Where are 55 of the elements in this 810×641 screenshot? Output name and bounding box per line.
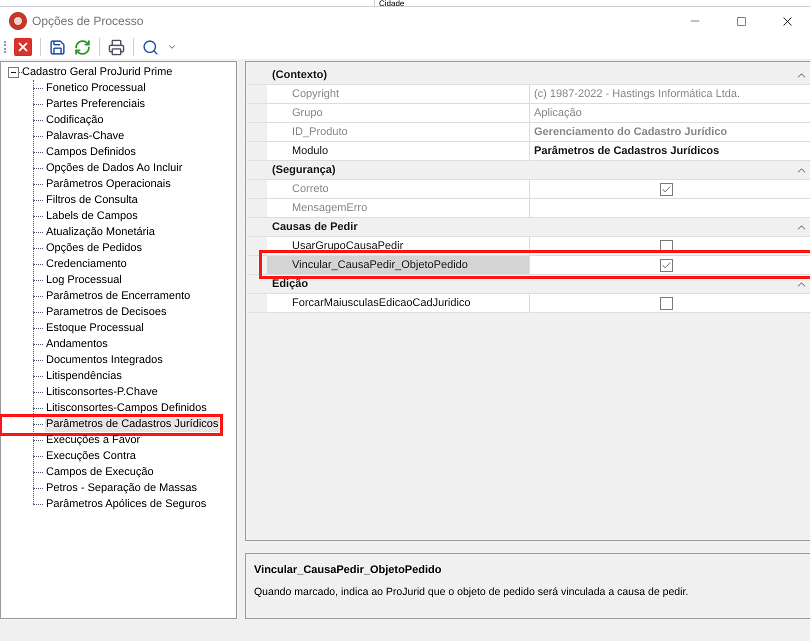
tree-item[interactable]: Andamentos: [45, 336, 109, 352]
checkbox[interactable]: [660, 258, 672, 272]
check-icon: [660, 260, 672, 270]
property-name[interactable]: ForcarMaiusculasEdicaoCadJuridico: [267, 294, 530, 312]
column-header: Cidade: [374, 0, 404, 6]
app-logo-icon: [8, 11, 28, 31]
tree-item[interactable]: Fonetico Processual: [45, 80, 147, 96]
search-icon[interactable]: [142, 38, 159, 56]
tree-item[interactable]: Palavras-Chave: [45, 128, 126, 144]
tree-item[interactable]: Documentos Integrados: [45, 352, 164, 368]
maximize-icon[interactable]: [736, 16, 746, 26]
tree-item[interactable]: Filtros de Consulta: [45, 192, 139, 208]
tree-item[interactable]: Campos de Execução: [45, 464, 155, 480]
tree-root[interactable]: Cadastro Geral ProJurid Prime: [22, 64, 172, 80]
tree-item[interactable]: Opções de Pedidos: [45, 240, 144, 256]
category-header[interactable]: (Segurança): [247, 162, 336, 178]
tree-item[interactable]: Litisconsortes-P.Chave: [45, 384, 159, 400]
tree-item[interactable]: Parametros de Decisoes: [45, 304, 168, 320]
window-title: Opções de Processo: [32, 13, 144, 30]
property-value: Parâmetros de Cadastros Jurídicos: [534, 144, 720, 159]
category-header[interactable]: (Contexto): [247, 66, 327, 84]
category-header[interactable]: Causas de Pedir: [247, 218, 358, 236]
property-name[interactable]: Modulo: [267, 142, 530, 160]
save-icon[interactable]: [49, 38, 66, 56]
tree-item[interactable]: Codificação: [45, 112, 104, 128]
tree-item[interactable]: Parâmetros de Cadastros Jurídicos: [45, 416, 220, 432]
tree-item[interactable]: Estoque Processual: [45, 320, 145, 336]
tree-item[interactable]: Litisconsortes-Campos Definidos: [45, 400, 208, 416]
tree-item[interactable]: Labels de Campos: [45, 208, 139, 224]
property-value: (c) 1987-2022 - Hastings Informática Ltda.: [534, 86, 740, 102]
tree-item[interactable]: Litispendências: [45, 368, 123, 384]
tree-item[interactable]: Log Processual: [45, 272, 123, 288]
property-value: Aplicação: [534, 106, 582, 121]
tree-item[interactable]: Execuções Contra: [45, 448, 137, 464]
checkbox[interactable]: [660, 182, 672, 196]
tree-item[interactable]: Parâmetros Apólices de Seguros: [45, 496, 208, 512]
tree-item[interactable]: Parâmetros de Encerramento: [45, 288, 192, 304]
description-text: Quando marcado, indica ao ProJurid que o objeto de pedido será vinculada a causa de pedir.: [254, 584, 690, 600]
tree-item[interactable]: Partes Preferenciais: [45, 96, 146, 112]
tree-item[interactable]: Campos Definidos: [45, 144, 137, 160]
check-icon: [660, 184, 672, 194]
tree-item[interactable]: Execuções a Favor: [45, 432, 142, 448]
tree-item[interactable]: Petros - Separação de Massas: [45, 480, 198, 496]
category-header[interactable]: Edição: [247, 276, 308, 292]
property-name[interactable]: Vincular_CausaPedir_ObjetoPedido: [267, 256, 530, 274]
checkbox[interactable]: [660, 296, 672, 310]
refresh-icon[interactable]: [74, 38, 91, 56]
tree-item[interactable]: Parâmetros Operacionais: [45, 176, 172, 192]
tree-item[interactable]: Opções de Dados Ao Incluir: [45, 160, 184, 176]
tree-item[interactable]: Atualização Monetária: [45, 224, 156, 240]
description-title: Vincular_CausaPedir_ObjetoPedido: [254, 563, 442, 578]
tree-item[interactable]: Credenciamento: [45, 256, 128, 272]
collapse-icon[interactable]: [8, 66, 19, 78]
printer-icon[interactable]: [108, 38, 125, 56]
property-value: Gerenciamento do Cadastro Jurídico: [534, 124, 728, 140]
